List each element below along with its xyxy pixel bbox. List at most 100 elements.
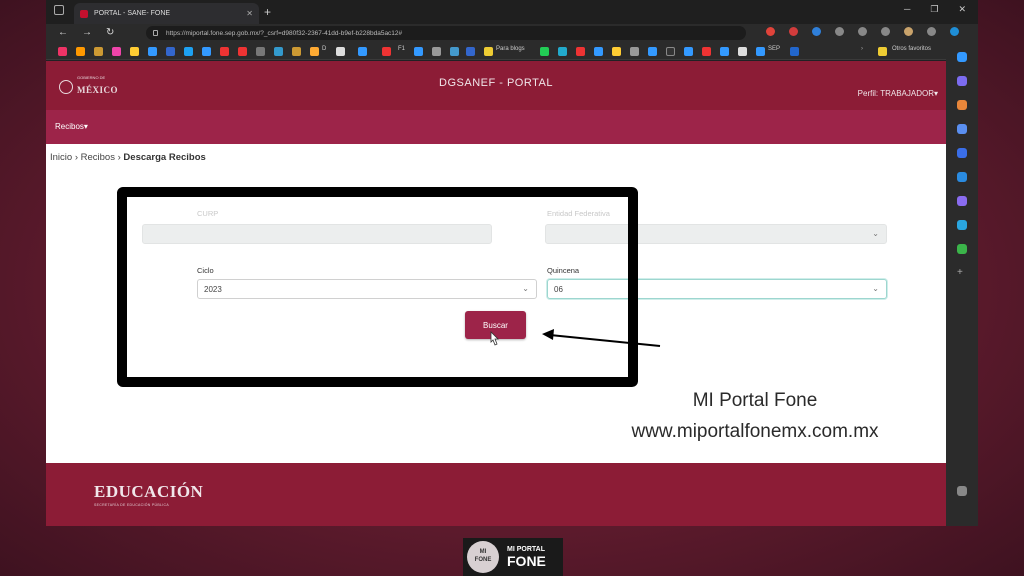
minimize-icon[interactable]: ─ <box>904 4 910 15</box>
bookmark-icon[interactable] <box>450 47 459 56</box>
bookmark-icon[interactable] <box>756 47 765 56</box>
bookmark-icon[interactable] <box>220 47 229 56</box>
url-input[interactable]: https://miportal.fone.sep.gob.mx/?_csrf=… <box>146 26 746 40</box>
logo-text: MI PORTAL FONE <box>507 546 546 569</box>
logo-circle-line2: FONE <box>474 557 492 563</box>
bookmark-icon[interactable] <box>130 47 139 56</box>
bookmark-icon[interactable] <box>148 47 157 56</box>
breadcrumb-separator-icon: › <box>117 152 121 163</box>
bookmark-icon[interactable] <box>466 47 475 56</box>
logo-circle-line1: MI <box>479 549 487 556</box>
bookmark-icon[interactable] <box>184 47 193 56</box>
browser-tab[interactable]: PORTAL - SANE- FONE ✕ <box>74 3 259 24</box>
bookmark-d[interactable]: D <box>322 46 326 52</box>
sidebar-shopping-icon[interactable] <box>957 100 967 110</box>
breadcrumb-inicio[interactable]: Inicio <box>50 152 72 163</box>
logo-circle: MI FONE <box>467 541 499 573</box>
bookmark-icon[interactable] <box>648 47 657 56</box>
caret-down-icon: ▾ <box>83 122 88 131</box>
bookmark-icon[interactable] <box>292 47 301 56</box>
url-text: https://miportal.fone.sep.gob.mx/?_csrf=… <box>166 29 403 37</box>
bookmark-icon[interactable] <box>336 47 345 56</box>
forward-icon[interactable]: → <box>82 27 92 38</box>
close-window-icon[interactable]: ✕ <box>958 4 966 15</box>
bookmark-icon[interactable] <box>112 47 121 56</box>
bookmark-icon[interactable] <box>58 47 67 56</box>
highlight-box <box>117 187 638 387</box>
bookmark-icon[interactable] <box>256 47 265 56</box>
sidebar-outlook-icon[interactable] <box>957 172 967 182</box>
recibos-menu[interactable]: Recibos▾ <box>55 122 88 131</box>
bookmark-icon[interactable] <box>594 47 603 56</box>
more-menu-icon[interactable] <box>927 27 936 36</box>
tab-title: PORTAL - SANE- FONE <box>94 10 171 17</box>
bookmark-icon[interactable] <box>790 47 799 56</box>
extension-icon[interactable] <box>812 27 821 36</box>
menu-bar: Recibos▾ <box>46 110 946 144</box>
bookmark-f1[interactable]: F1 <box>398 46 405 52</box>
sidebar-games-icon[interactable] <box>957 148 967 158</box>
bookmark-icon[interactable] <box>382 47 391 56</box>
bookmark-icon[interactable] <box>738 47 747 56</box>
bookmarks-more-icon[interactable]: › <box>861 46 863 52</box>
bookmark-otros-favoritos[interactable]: Otros favoritos <box>892 46 931 52</box>
bookmark-para-blogs[interactable]: Para blogs <box>496 46 525 52</box>
sidebar-add-icon[interactable]: + <box>957 268 967 278</box>
bookmark-sep[interactable]: SEP <box>768 46 780 52</box>
bookmark-icon[interactable] <box>202 47 211 56</box>
sidebar-extension-icon[interactable] <box>957 244 967 254</box>
back-icon[interactable]: ← <box>58 27 68 38</box>
bookmark-icon[interactable] <box>666 47 675 56</box>
sidebar-telegram-icon[interactable] <box>957 220 967 230</box>
extension-icon[interactable] <box>835 27 844 36</box>
breadcrumb-recibos[interactable]: Recibos <box>81 152 115 163</box>
bookmarks-bar: D F1 Para blogs SEP › Otros favoritos <box>46 42 978 60</box>
bookmark-icon[interactable] <box>274 47 283 56</box>
site-header: GOBIERNO DE MÉXICO DGSANEF - PORTAL Perf… <box>46 61 946 110</box>
bookmark-icon[interactable] <box>238 47 247 56</box>
perfil-dropdown[interactable]: Perfil: TRABAJADOR▾ <box>858 89 938 98</box>
bookmark-icon[interactable] <box>94 47 103 56</box>
bookmark-icon[interactable] <box>702 47 711 56</box>
tab-favicon-icon <box>80 9 88 18</box>
bookmark-icon[interactable] <box>310 47 319 56</box>
overlay-title: MI Portal Fone <box>692 390 818 411</box>
profile-avatar-icon[interactable] <box>904 27 913 36</box>
reload-icon[interactable]: ↻ <box>106 27 114 38</box>
bookmark-icon[interactable] <box>612 47 621 56</box>
bookmark-icon[interactable] <box>558 47 567 56</box>
extension-icon[interactable] <box>789 27 798 36</box>
bookmark-icon[interactable] <box>76 47 85 56</box>
tab-close-icon[interactable]: ✕ <box>246 9 253 18</box>
folder-icon <box>484 47 493 56</box>
sidebar-settings-icon[interactable] <box>957 486 967 496</box>
bookmark-icon[interactable] <box>684 47 693 56</box>
collections-icon[interactable] <box>881 27 890 36</box>
bookmark-icon[interactable] <box>358 47 367 56</box>
bookmark-icon[interactable] <box>166 47 175 56</box>
maximize-icon[interactable]: ❐ <box>930 4 938 15</box>
sidebar-people-icon[interactable] <box>957 124 967 134</box>
window-controls: ─ ❐ ✕ <box>904 4 966 15</box>
lock-icon <box>153 30 158 36</box>
bookmark-icon[interactable] <box>720 47 729 56</box>
favorites-icon[interactable] <box>858 27 867 36</box>
sidebar-tools-icon[interactable] <box>957 76 967 86</box>
bookmark-icon[interactable] <box>432 47 441 56</box>
sep-subtitle: SECRETARÍA DE EDUCACIÓN PÚBLICA <box>94 503 169 507</box>
sidebar-designer-icon[interactable] <box>957 196 967 206</box>
whatsapp-icon[interactable] <box>540 47 549 56</box>
bookmark-icon[interactable] <box>630 47 639 56</box>
tab-bar: PORTAL - SANE- FONE ✕ + ─ ❐ ✕ <box>46 0 978 24</box>
window-menu-icon[interactable] <box>54 5 64 15</box>
mouse-cursor-icon <box>490 331 499 346</box>
sidebar-search-icon[interactable] <box>957 52 967 62</box>
bing-icon[interactable] <box>950 27 959 36</box>
pinterest-icon[interactable] <box>576 47 585 56</box>
extension-icon[interactable] <box>766 27 775 36</box>
overlay-url: www.miportalfonemx.com.mx <box>631 421 879 442</box>
bookmark-icon[interactable] <box>414 47 423 56</box>
site-footer: EDUCACIÓN SECRETARÍA DE EDUCACIÓN PÚBLIC… <box>46 463 946 526</box>
chevron-down-icon: ⌄ <box>872 229 879 238</box>
new-tab-icon[interactable]: + <box>264 5 271 19</box>
